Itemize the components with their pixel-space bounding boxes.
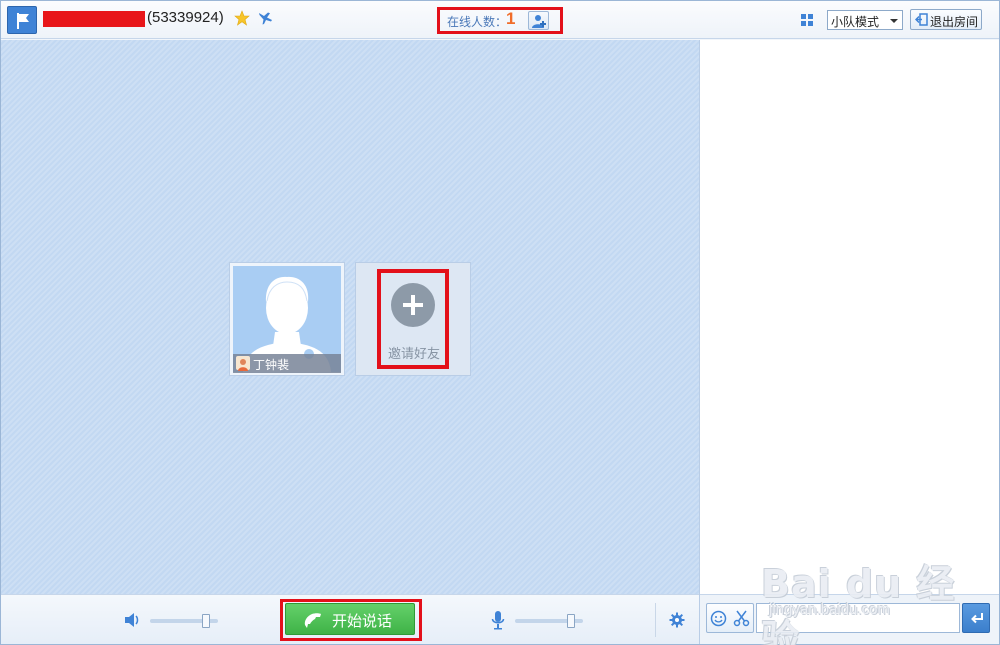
add-member-button[interactable] (528, 11, 549, 30)
chevron-down-icon (890, 19, 898, 23)
member-name: 丁钟裴 (253, 358, 290, 372)
gear-icon[interactable] (669, 612, 685, 628)
mode-select-value: 小队模式 (831, 15, 880, 29)
online-label: 在线人数： (447, 15, 508, 29)
add-user-icon (532, 15, 546, 28)
member-card[interactable]: 丁钟裴 (229, 262, 345, 376)
online-count: 1 (506, 9, 516, 28)
start-talking-label: 开始说话 (332, 612, 393, 630)
voice-controls-bar: 开始说话 (1, 594, 699, 644)
plane-icon[interactable] (258, 11, 274, 27)
baidu-watermark: Bai du 经验 jingyan.baidu.com (761, 539, 991, 645)
mic-volume-slider[interactable] (515, 614, 583, 628)
room-name-redacted (43, 11, 145, 27)
voice-room-window: (53339924) 在线人数： 1 小队模式 退出房间 丁钟裴 邀请好友 开始… (0, 0, 1000, 645)
room-flag-button[interactable] (7, 6, 37, 34)
speaker-volume-slider[interactable] (150, 614, 218, 628)
member-name-bar: 丁钟裴 (233, 354, 341, 373)
exit-room-label: 退出房间 (930, 15, 979, 29)
phone-icon (304, 613, 321, 628)
chat-tools (706, 603, 754, 633)
invite-highlight-box (377, 269, 449, 369)
star-icon[interactable] (234, 10, 250, 26)
invite-friends-card[interactable]: 邀请好友 (355, 262, 471, 376)
divider (655, 603, 656, 637)
user-icon (236, 356, 250, 371)
grid-icon[interactable] (800, 13, 814, 27)
title-bar: (53339924) 在线人数： 1 小队模式 退出房间 (1, 1, 999, 39)
mic-volume-thumb[interactable] (567, 614, 575, 628)
watermark-sub: jingyan.baidu.com (769, 601, 890, 618)
speaker-volume-thumb[interactable] (202, 614, 210, 628)
room-id: (53339924) (147, 9, 224, 26)
scissors-icon[interactable] (733, 610, 750, 627)
speaker-icon[interactable] (124, 612, 142, 628)
exit-room-button[interactable]: 退出房间 (910, 9, 982, 30)
member-stage: 丁钟裴 邀请好友 (1, 40, 699, 594)
smile-icon[interactable] (710, 610, 727, 627)
start-talking-button[interactable]: 开始说话 (285, 603, 415, 635)
mode-select[interactable]: 小队模式 (827, 10, 903, 30)
watermark-main: Bai du 经验 (761, 562, 956, 645)
microphone-icon[interactable] (491, 610, 505, 630)
exit-icon (915, 13, 928, 26)
online-count-box: 在线人数： 1 (437, 7, 563, 34)
flag-icon (17, 13, 29, 29)
